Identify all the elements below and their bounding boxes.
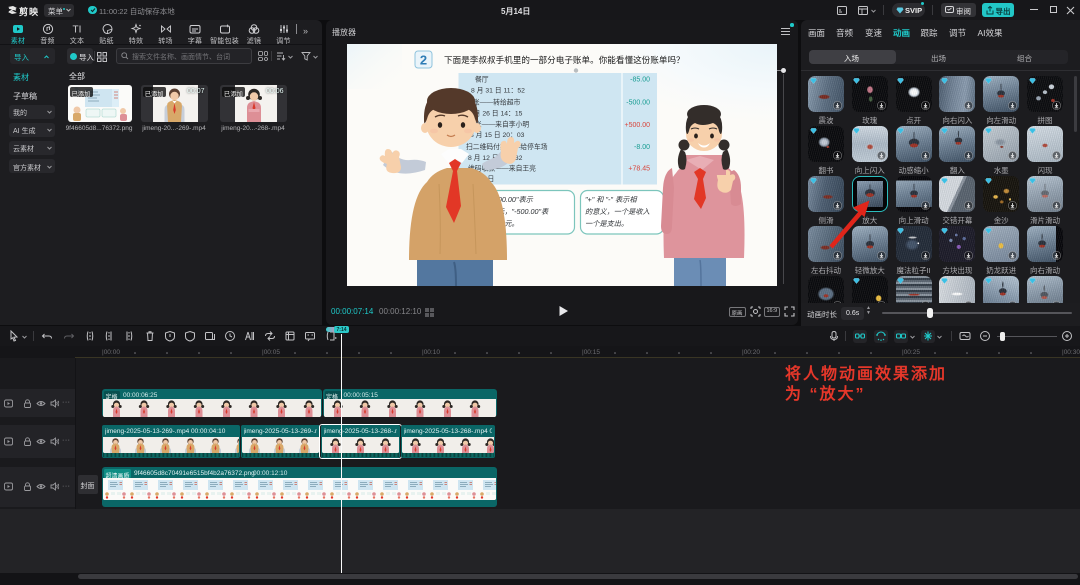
svg-text:2: 2 — [420, 53, 427, 68]
svg-text:-500.00: -500.00 — [626, 100, 650, 107]
svg-text:+500.00: +500.00 — [625, 122, 651, 129]
svg-text:TI: TI — [73, 25, 82, 36]
svg-text:+78.45: +78.45 — [628, 166, 650, 173]
svg-text:"+" 和 "-" 表示相: "+" 和 "-" 表示相 — [585, 195, 638, 204]
svg-text:的意义，一个是收入: 的意义，一个是收入 — [585, 207, 650, 216]
svg-text:8 月 31 日 11：52: 8 月 31 日 11：52 — [471, 87, 525, 95]
svg-text:餐厅: 餐厅 — [475, 75, 489, 84]
svg-text:下面是李叔叔手机里的一部分电子账单。你能看懂这份账单吗？: 下面是李叔叔手机里的一部分电子账单。你能看懂这份账单吗？ — [444, 54, 685, 65]
svg-text:-8.00: -8.00 — [634, 144, 650, 151]
svg-text:一个是支出。: 一个是支出。 — [585, 219, 628, 228]
svg-text:-85.00: -85.00 — [630, 77, 650, 84]
